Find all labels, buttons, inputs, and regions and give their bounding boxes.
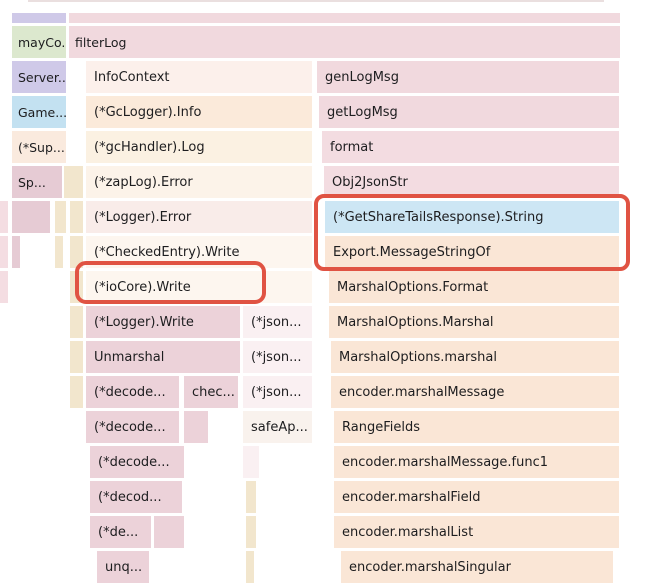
- frame-spacer[interactable]: [0, 271, 8, 303]
- frame-format[interactable]: format: [322, 131, 619, 163]
- frame-unmarshal[interactable]: Unmarshal: [86, 341, 240, 373]
- frame-spacer[interactable]: [243, 446, 259, 478]
- frame-spacer[interactable]: [154, 516, 184, 548]
- frame-json[interactable]: (*json...: [243, 341, 312, 373]
- frame-genlogmsg[interactable]: genLogMsg: [317, 61, 619, 93]
- frame-encoder-marshalsingular[interactable]: encoder.marshalSingular: [341, 551, 613, 583]
- frame-json[interactable]: (*json...: [243, 376, 312, 408]
- frame-spacer[interactable]: [12, 201, 50, 233]
- frame-gclogger-info[interactable]: (*GcLogger).Info: [86, 96, 312, 128]
- frame-safeap[interactable]: safeAp...: [243, 411, 312, 443]
- frame-getsharetailsresponse-string[interactable]: (*GetShareTailsResponse).String: [325, 201, 619, 233]
- frame-game[interactable]: Game...: [12, 96, 66, 128]
- frame-getlogmsg[interactable]: getLogMsg: [319, 96, 619, 128]
- frame-chec[interactable]: chec...: [184, 376, 238, 408]
- frame-logger-error[interactable]: (*Logger).Error: [86, 201, 312, 233]
- frame-spacer[interactable]: [12, 236, 20, 268]
- frame-iocore-write[interactable]: (*ioCore).Write: [86, 271, 312, 303]
- frame-spacer[interactable]: [69, 13, 620, 23]
- frame-spacer[interactable]: [246, 516, 256, 548]
- frame-export-messagestringof[interactable]: Export.MessageStringOf: [325, 236, 619, 268]
- flame-graph: mayCo...filterLogServer... InfoContextgen…: [0, 0, 660, 584]
- frame-encoder-marshalfield[interactable]: encoder.marshalField: [334, 481, 619, 513]
- frame-de[interactable]: (*de...: [90, 516, 151, 548]
- frame-spacer[interactable]: [70, 166, 83, 198]
- frame-infocontext[interactable]: InfoContext: [86, 61, 312, 93]
- frame-logger-write[interactable]: (*Logger).Write: [86, 306, 240, 338]
- frame-obj2jsonstr[interactable]: Obj2JsonStr: [324, 166, 619, 198]
- frame-spacer[interactable]: [70, 201, 83, 233]
- frame-spacer[interactable]: [70, 341, 83, 373]
- frame-spacer[interactable]: [70, 376, 83, 408]
- frame-gchandler-log[interactable]: (*gcHandler).Log: [86, 131, 312, 163]
- frame-spacer[interactable]: [184, 411, 208, 443]
- frame-json[interactable]: (*json...: [243, 306, 312, 338]
- frame-spacer[interactable]: [0, 201, 8, 233]
- frame-encoder-marshalmessage[interactable]: encoder.marshalMessage: [331, 376, 619, 408]
- frame-decod[interactable]: (*decod...: [90, 481, 182, 513]
- frame-spacer[interactable]: [70, 236, 83, 268]
- frame-marshaloptions-format[interactable]: MarshalOptions.Format: [329, 271, 619, 303]
- frame-encoder-marshalmessage-func1[interactable]: encoder.marshalMessage.func1: [334, 446, 619, 478]
- frame-spacer[interactable]: [70, 306, 83, 338]
- frame-server[interactable]: Server...: [12, 61, 66, 93]
- frame-sup[interactable]: (*Sup...: [12, 131, 66, 163]
- top-edge-divider: [28, 0, 604, 2]
- frame-spacer[interactable]: [246, 481, 256, 513]
- frame-spacer[interactable]: [55, 236, 63, 268]
- frame-zaplog-error[interactable]: (*zapLog).Error: [86, 166, 312, 198]
- frame-marshaloptions-marshal[interactable]: MarshalOptions.Marshal: [329, 306, 619, 338]
- frame-filterlog[interactable]: filterLog: [69, 26, 620, 58]
- frame-spacer[interactable]: [70, 271, 83, 303]
- frame-rangefields[interactable]: RangeFields: [334, 411, 619, 443]
- frame-spacer[interactable]: [0, 236, 8, 268]
- frame-decode[interactable]: (*decode...: [86, 376, 179, 408]
- frame-mayco[interactable]: mayCo...: [12, 26, 66, 58]
- frame-decode[interactable]: (*decode...: [90, 446, 184, 478]
- frame-spacer[interactable]: [246, 551, 254, 583]
- frame-encoder-marshallist[interactable]: encoder.marshalList: [334, 516, 619, 548]
- frame-decode[interactable]: (*decode...: [86, 411, 179, 443]
- frame-checkedentry-write[interactable]: (*CheckedEntry).Write: [86, 236, 312, 268]
- frame-spacer[interactable]: [55, 201, 66, 233]
- frame-spacer[interactable]: [12, 13, 66, 23]
- frame-sp[interactable]: Sp...: [12, 166, 62, 198]
- frame-unq[interactable]: unq...: [97, 551, 149, 583]
- frame-marshaloptions-marshal[interactable]: MarshalOptions.marshal: [331, 341, 619, 373]
